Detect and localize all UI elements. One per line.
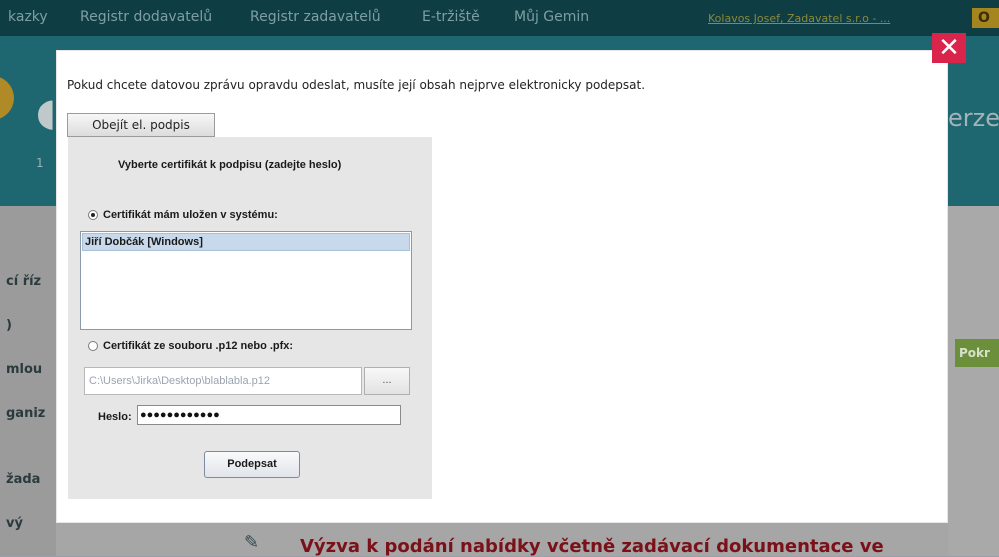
bypass-signature-button[interactable]: Obejít el. podpis [67,113,215,137]
password-field[interactable]: ●●●●●●●●●●●● [137,405,401,425]
file-certificate-label: Certifikát ze souboru .p12 nebo .pfx: [103,340,294,352]
top-navigation: kazky Registr dodavatelů Registr zadavat… [0,0,999,36]
nav-item-registr-dodavatelu[interactable]: Registr dodavatelů [80,9,212,25]
signing-applet: Vyberte certifikát k podpisu (zadejte he… [68,137,432,499]
header-number: 1 [36,156,44,170]
user-account-link[interactable]: Kolavos Josef, Zadavatel s.r.o - ... [708,12,890,25]
applet-title: Vyberte certifikát k podpisu (zadejte he… [118,159,342,171]
left-menu: cí říz ) mlou ganiz žada vý [0,206,56,556]
left-menu-item[interactable]: ) [6,318,12,333]
nav-item-muj-gemin[interactable]: Můj Gemin [514,9,589,25]
browse-file-button[interactable]: ... [364,367,410,395]
left-menu-item[interactable]: cí říz [6,274,41,289]
certificate-file-path-input[interactable]: C:\Users\Jirka\Desktop\blablabla.p12 [84,367,362,395]
left-menu-item[interactable]: mlou [6,362,42,377]
close-icon[interactable]: ✕ [932,33,966,63]
logout-button[interactable]: O [972,8,999,28]
header-logo-text: ◖ [36,90,57,134]
document-title[interactable]: Výzva k podání nabídky včetně zadávací d… [300,536,884,557]
system-certificate-radio[interactable] [88,210,98,220]
paperclip-icon: ✎ [244,532,260,553]
certificate-list-item[interactable]: Jiří Dobčák [Windows] [82,233,410,251]
certificate-list[interactable]: Jiří Dobčák [Windows] [80,231,412,330]
header-version-text: erze [948,104,999,132]
signature-dialog: Pokud chcete datovou zprávu opravdu odes… [56,50,948,523]
nav-item-e-trziste[interactable]: E-tržiště [422,9,480,25]
sign-button[interactable]: Podepsat [204,451,300,478]
nav-item-zakazky[interactable]: kazky [8,9,48,25]
system-certificate-label: Certifikát mám uložen v systému: [103,209,278,221]
nav-item-registr-zadavatelu[interactable]: Registr zadavatelů [250,9,381,25]
password-label: Heslo: [98,411,132,423]
left-menu-item[interactable]: vý [6,516,23,531]
continue-button[interactable]: Pokr [955,339,999,367]
right-panel [948,206,999,556]
file-certificate-radio[interactable] [88,341,98,351]
left-menu-item[interactable]: žada [6,472,40,487]
left-menu-item[interactable]: ganiz [6,406,45,421]
signature-message: Pokud chcete datovou zprávu opravdu odes… [67,78,646,92]
